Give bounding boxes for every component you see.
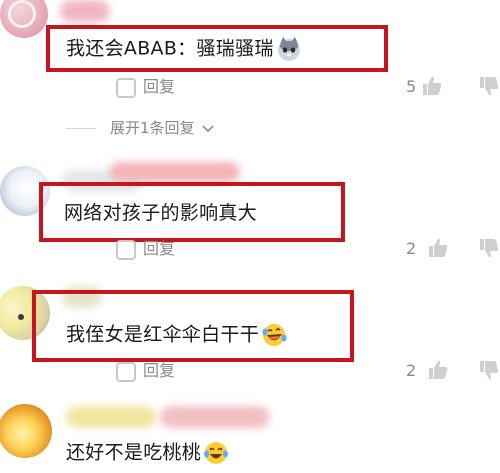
username-badge	[110, 162, 240, 182]
expand-replies-button[interactable]: 展开1条回复	[110, 118, 215, 138]
comment-text: 我侄女是红伞伞白干干	[66, 322, 287, 348]
avatar-ring	[8, 0, 36, 28]
reply-icon[interactable]	[116, 362, 136, 382]
expand-replies-label: 展开1条回复	[110, 119, 195, 137]
reply-icon[interactable]	[116, 78, 136, 98]
expand-divider	[66, 128, 96, 129]
like-count: 2	[406, 239, 417, 258]
laughing-tears-icon	[262, 324, 287, 346]
comment-text-content: 我侄女是红伞伞白干干	[66, 323, 260, 346]
reply-button[interactable]: 回复	[143, 361, 175, 381]
thumbs-down-icon[interactable]	[478, 237, 500, 259]
reply-button[interactable]: 回复	[143, 239, 175, 259]
like-count: 5	[406, 77, 417, 96]
like-count: 2	[406, 361, 417, 380]
thumbs-up-icon[interactable]	[427, 359, 449, 381]
avatar-dot	[18, 314, 24, 320]
avatar[interactable]	[0, 404, 52, 458]
username-badge	[160, 406, 270, 428]
thumbs-down-icon[interactable]	[478, 75, 500, 97]
username[interactable]	[66, 406, 156, 428]
comment-text: 还好不是吃桃桃	[66, 440, 229, 466]
cat-face-icon	[277, 37, 300, 61]
comment-text-content: 我还会ABAB：骚瑞骚瑞	[66, 37, 274, 60]
thumbs-down-icon[interactable]	[478, 359, 500, 381]
comment-text-content: 还好不是吃桃桃	[66, 441, 202, 464]
thumbs-up-icon[interactable]	[427, 237, 449, 259]
thumbs-up-icon[interactable]	[421, 75, 443, 97]
comment-text: 我还会ABAB：骚瑞骚瑞	[66, 36, 302, 62]
avatar[interactable]	[0, 0, 48, 38]
comment-text: 网络对孩子的影响真大	[64, 202, 258, 224]
username[interactable]	[60, 0, 110, 22]
reply-icon[interactable]	[116, 240, 136, 260]
crying-laughing-icon	[204, 442, 229, 464]
reply-button[interactable]: 回复	[143, 77, 175, 97]
chevron-down-icon	[202, 124, 214, 132]
